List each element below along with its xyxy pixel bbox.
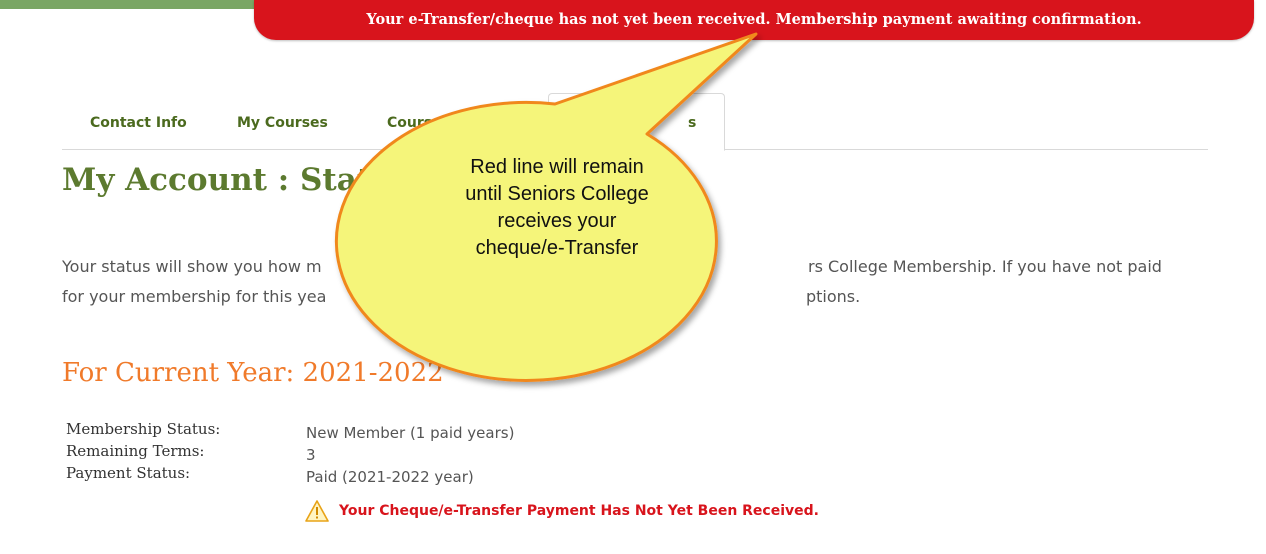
callout-line: cheque/e-Transfer	[475, 237, 639, 259]
callout-line: Red line will remain	[470, 156, 644, 178]
page: Your e-Transfer/cheque has not yet been …	[0, 0, 1266, 554]
callout-line: until Seniors College	[465, 183, 649, 205]
callout-line: receives your	[497, 210, 617, 232]
callout-bubble	[334, 32, 758, 382]
callout-text: Red line will remain until Seniors Colle…	[392, 154, 722, 262]
